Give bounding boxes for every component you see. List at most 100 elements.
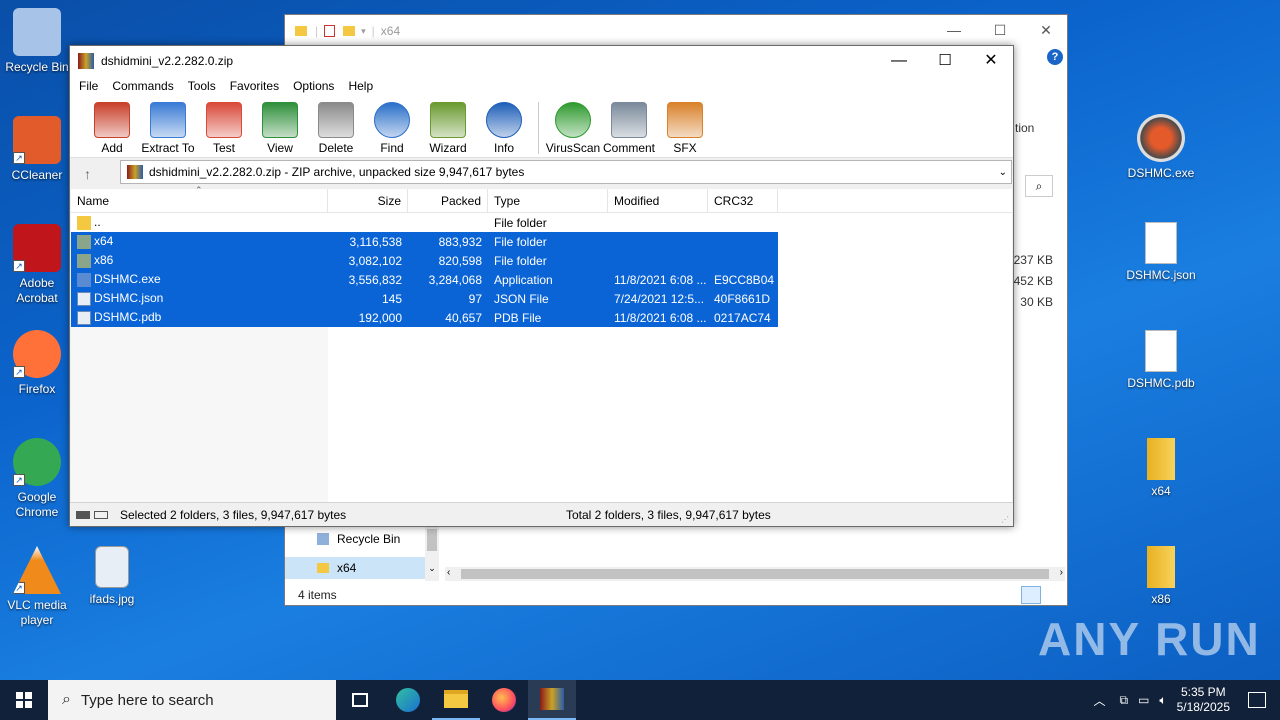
firefox-icon: ↗	[13, 330, 61, 378]
explorer-close-button[interactable]: ✕	[1023, 15, 1069, 45]
gamepad-exe-icon	[1137, 114, 1185, 162]
menu-bar: File Commands Tools Favorites Options Help	[70, 76, 1013, 96]
virusscan-icon	[555, 102, 591, 138]
add-button[interactable]: Add	[84, 102, 140, 155]
desktop-icon[interactable]: ↗ VLC media player	[1, 546, 73, 628]
file-row[interactable]: .. File folder	[71, 213, 778, 232]
explorer-maximize-button[interactable]: ☐	[977, 15, 1023, 45]
resize-grip-icon[interactable]: ⋰	[1001, 515, 1009, 524]
task-view-button[interactable]	[336, 680, 384, 720]
horizontal-scrollbar[interactable]: ‹ ›	[445, 567, 1065, 581]
file-explorer-taskbar-button[interactable]	[432, 680, 480, 720]
column-type[interactable]: Type	[488, 188, 608, 213]
comment-button[interactable]: Comment	[601, 102, 657, 155]
sfx-button[interactable]: SFX	[657, 102, 713, 155]
column-header-row: Name Size Packed Type Modified CRC32	[71, 188, 1012, 213]
file-row[interactable]: x86 3,082,102 820,598 File folder	[71, 251, 778, 270]
menu-item-help[interactable]: Help	[341, 79, 380, 93]
chevron-down-icon[interactable]: ⌄	[999, 167, 1007, 178]
column-packed[interactable]: Packed	[408, 188, 488, 213]
desktop-icon[interactable]: ifads.jpg	[76, 546, 148, 607]
menu-item-favorites[interactable]: Favorites	[223, 79, 286, 93]
desktop-icon[interactable]: ↗ Adobe Acrobat	[1, 224, 73, 306]
test-icon	[206, 102, 242, 138]
delete-button[interactable]: Delete	[308, 102, 364, 155]
toolbar-label: Comment	[602, 141, 655, 155]
help-icon[interactable]: ?	[1047, 49, 1063, 65]
search-icon[interactable]: ⌕	[1025, 175, 1053, 197]
menu-item-tools[interactable]: Tools	[181, 79, 223, 93]
file-list[interactable]: Name Size Packed Type Modified CRC32 ⌃ .…	[71, 185, 1012, 502]
menu-item-commands[interactable]: Commands	[105, 79, 180, 93]
desktop-icon[interactable]: DSHMC.exe	[1116, 114, 1206, 181]
virusscan-button[interactable]: VirusScan	[545, 102, 601, 155]
file-row[interactable]: DSHMC.json 145 97 JSON File 7/24/2021 12:5..…	[71, 289, 778, 308]
folder-icon	[77, 215, 91, 230]
properties-icon[interactable]	[324, 25, 336, 37]
test-button[interactable]: Test	[196, 102, 252, 155]
volume-icon[interactable]: 🔈︎	[1159, 693, 1166, 708]
desktop-icon[interactable]: x86	[1116, 546, 1206, 607]
winrar-taskbar-button[interactable]	[528, 680, 576, 720]
desktop-icon[interactable]: x64	[1116, 438, 1206, 499]
file-row[interactable]: x64 3,116,538 883,932 File folder	[71, 232, 778, 251]
winrar-titlebar[interactable]: dshidmini_v2.2.282.0.zip	[70, 46, 1013, 76]
file-name: x64	[94, 234, 114, 249]
notifications-icon[interactable]	[1248, 692, 1266, 708]
new-folder-icon[interactable]	[343, 26, 356, 36]
winrar-minimize-button[interactable]: —	[876, 46, 922, 76]
desktop-icon[interactable]: ↗ CCleaner	[1, 116, 73, 183]
toolbar-label: View	[267, 141, 293, 155]
explorer-minimize-button[interactable]: —	[931, 15, 977, 45]
recycle-bin-icon	[317, 533, 329, 545]
toolbar-separator	[538, 102, 539, 154]
show-hidden-icons-icon[interactable]: ︿	[1093, 692, 1105, 709]
details-view-icon[interactable]	[1021, 586, 1041, 604]
desktop-icon[interactable]: Recycle Bin	[1, 8, 73, 75]
nav-scrollbar[interactable]: ⌄	[425, 527, 439, 581]
winrar-statusbar: Selected 2 folders, 3 files, 9,947,617 b…	[70, 502, 1013, 526]
network-device-icon[interactable]: ⧉	[1119, 693, 1128, 708]
winrar-window[interactable]: dshidmini_v2.2.282.0.zip — ☐ ✕ File Comma…	[69, 45, 1014, 527]
taskbar-search[interactable]: ⌕ Type here to search	[48, 680, 336, 720]
acrobat-icon: ↗	[13, 224, 61, 272]
desktop-icon[interactable]: ↗ Google Chrome	[1, 438, 73, 520]
column-crc32[interactable]: CRC32	[708, 188, 778, 213]
menu-item-file[interactable]: File	[72, 79, 105, 93]
desktop-icon[interactable]: DSHMC.json	[1116, 222, 1206, 283]
clock[interactable]: 5:35 PM 5/18/2025	[1177, 685, 1230, 715]
file-name: DSHMC.exe	[94, 272, 161, 287]
qat-dropdown-icon[interactable]: ▾	[361, 26, 366, 37]
edge-icon	[396, 688, 420, 712]
address-bar[interactable]: dshidmini_v2.2.282.0.zip - ZIP archive, …	[120, 160, 1012, 184]
winrar-close-button[interactable]: ✕	[968, 46, 1014, 76]
nav-item-label: Recycle Bin	[337, 532, 401, 546]
firefox-taskbar-button[interactable]	[480, 680, 528, 720]
desktop-icon[interactable]: DSHMC.pdb	[1116, 330, 1206, 391]
file-row[interactable]: DSHMC.pdb 192,000 40,657 PDB File 11/8/2021 …	[71, 308, 778, 327]
cell-name: x64	[71, 234, 328, 249]
extract-to-button[interactable]: Extract To	[140, 102, 196, 155]
file-row[interactable]: DSHMC.exe 3,556,832 3,284,068 Application 11…	[71, 270, 778, 289]
find-button[interactable]: Find	[364, 102, 420, 155]
task-view-icon	[352, 693, 368, 707]
nav-item-x64[interactable]: x64	[285, 557, 425, 579]
watermark: ANY RUN	[1038, 613, 1261, 665]
column-modified[interactable]: Modified	[608, 188, 708, 213]
winrar-maximize-button[interactable]: ☐	[922, 46, 968, 76]
network-icon[interactable]: ▭	[1138, 693, 1149, 707]
menu-item-options[interactable]: Options	[286, 79, 341, 93]
nav-item-recycle-bin[interactable]: Recycle Bin	[285, 527, 425, 551]
file-explorer-icon	[444, 690, 468, 708]
start-button[interactable]	[0, 680, 48, 720]
column-size[interactable]: Size	[328, 188, 408, 213]
wizard-button[interactable]: Wizard	[420, 102, 476, 155]
info-button[interactable]: Info	[476, 102, 532, 155]
large-icons-view-icon[interactable]	[1045, 586, 1063, 604]
edge-taskbar-button[interactable]	[384, 680, 432, 720]
winrar-app-icon	[78, 53, 94, 69]
desktop-icon[interactable]: ↗ Firefox	[1, 330, 73, 397]
view-button[interactable]: View	[252, 102, 308, 155]
up-arrow-icon[interactable]: ↑	[84, 166, 91, 182]
cell-modified: 11/8/2021 6:08 ...	[614, 310, 707, 325]
